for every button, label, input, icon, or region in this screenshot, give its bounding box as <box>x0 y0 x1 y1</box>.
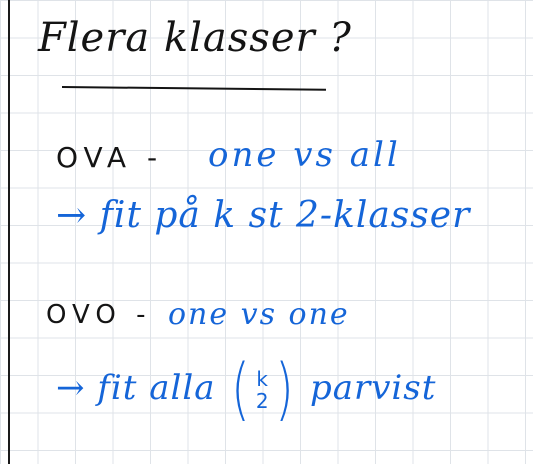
note-title: Flera klasser ? <box>38 15 352 61</box>
ovo-detail: → fit alla (k 2) parvist <box>56 356 436 424</box>
margin-line <box>8 0 10 464</box>
ovo-detail-prefix: → fit alla <box>56 368 216 408</box>
right-paren: ) <box>274 350 294 429</box>
title-underline <box>61 86 326 91</box>
binomial-coefficient: (k 2) <box>227 356 298 424</box>
note-page: Flera klasser ? OVA - one vs all → fit p… <box>0 0 533 464</box>
ova-abbreviation: OVA - <box>56 141 164 174</box>
ovo-detail-suffix: parvist <box>309 368 437 408</box>
binom-top: k <box>256 367 270 391</box>
binom-stack: k2 <box>256 368 270 412</box>
ovo-abbreviation: OVO - <box>46 300 152 330</box>
ova-description: one vs all <box>208 135 401 175</box>
ova-detail: → fit på k st 2-klasser <box>56 195 471 236</box>
left-paren: ( <box>231 350 251 429</box>
binom-bottom: 2 <box>255 389 270 413</box>
ovo-description: one vs one <box>168 297 350 332</box>
